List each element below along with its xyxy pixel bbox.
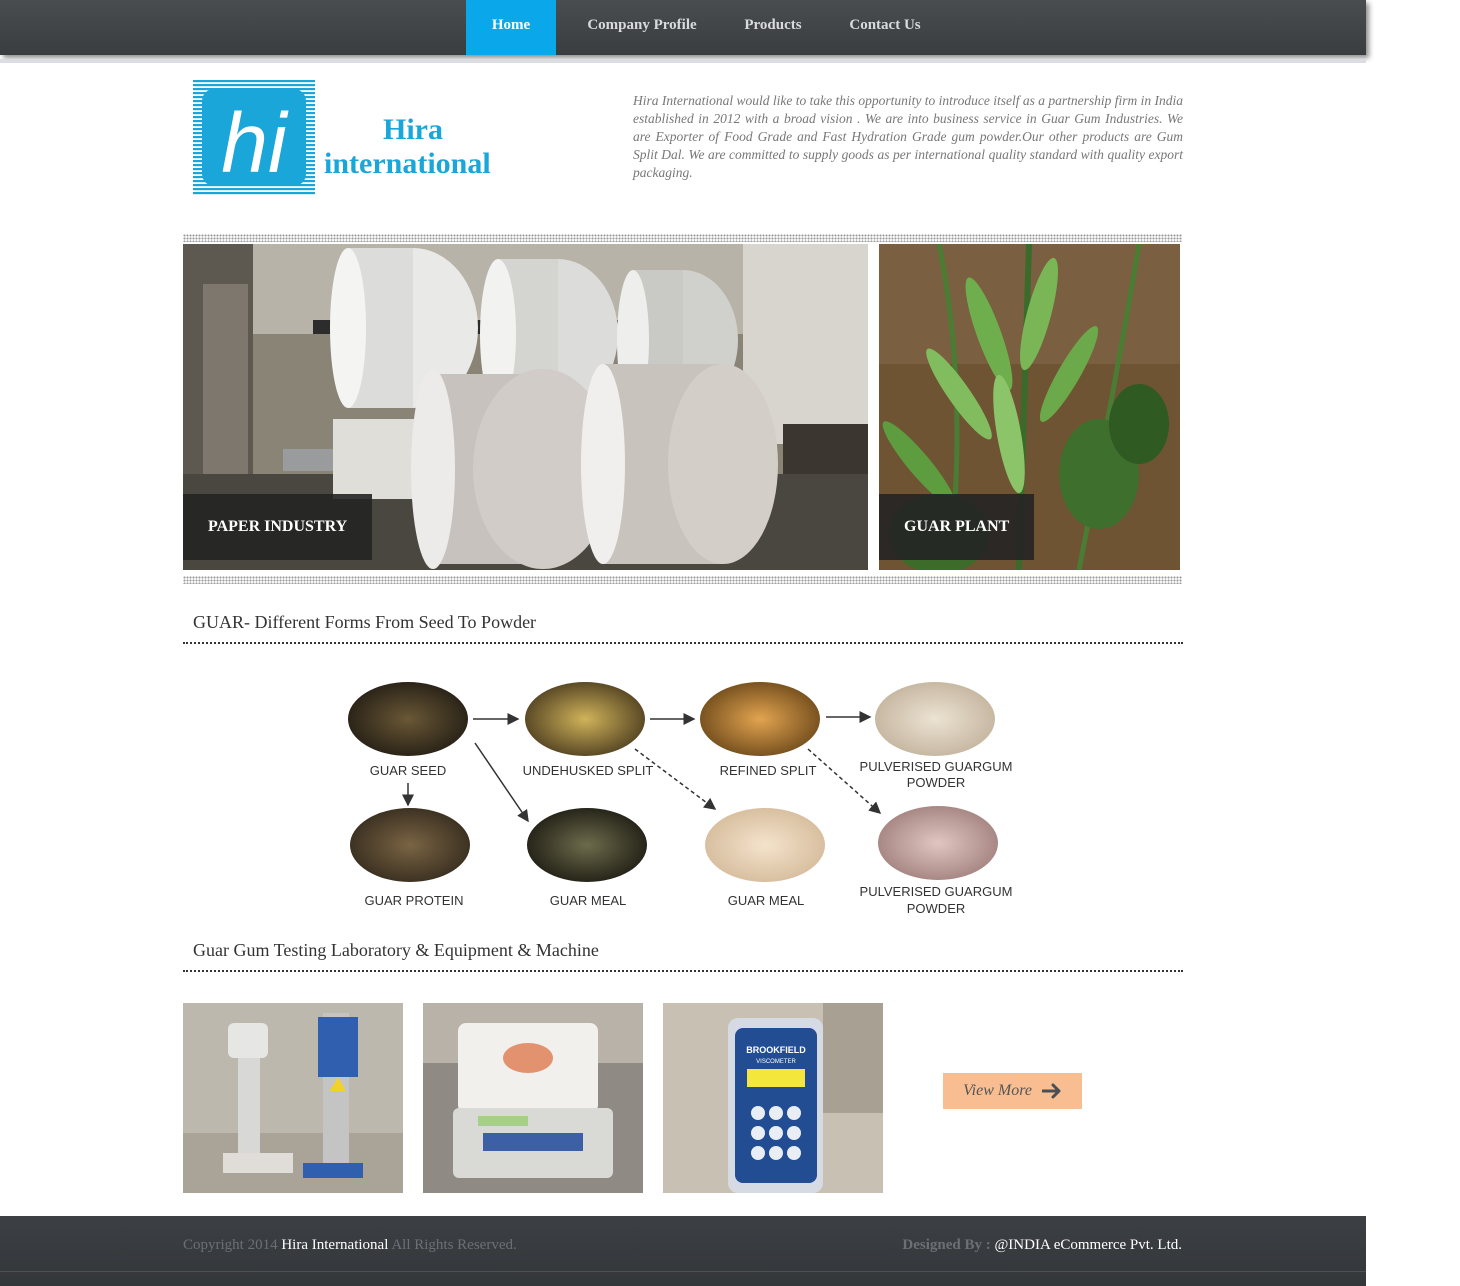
- label-pulverised-1-line1: PULVERISED GUARGUM: [860, 759, 1013, 774]
- lab-equipment-rule: [183, 970, 1183, 972]
- paper-industry-banner[interactable]: PAPER INDUSTRY: [183, 244, 868, 570]
- designed-by-label: Designed By :: [902, 1237, 991, 1253]
- view-more-label: View More: [963, 1082, 1032, 1099]
- label-refined-split: REFINED SPLIT: [720, 763, 817, 778]
- company-intro-text: Hira International would like to take th…: [633, 93, 1183, 180]
- label-undehusked-split: UNDEHUSKED SPLIT: [523, 763, 654, 778]
- logo-text-line2: international: [324, 147, 491, 180]
- label-pulverised-1-line2: POWDER: [907, 775, 966, 790]
- lab-photo-viscometer[interactable]: BROOKFIELD VISCOMETER: [663, 1003, 883, 1193]
- guar-plant-banner[interactable]: GUAR PLANT: [879, 244, 1180, 570]
- arrow-right-icon: [1041, 1083, 1061, 1099]
- logo-text-line1: Hira: [383, 113, 443, 146]
- guar-meal-image-2: [705, 808, 825, 882]
- view-more-button[interactable]: View More: [943, 1073, 1082, 1109]
- guar-forms-rule: [183, 642, 1183, 644]
- dotted-divider-top: [183, 234, 1182, 242]
- nav-contact-us[interactable]: Contact Us: [834, 0, 936, 55]
- nav-company-profile[interactable]: Company Profile: [571, 0, 713, 55]
- lab-equipment-heading: Guar Gum Testing Laboratory & Equipment …: [193, 940, 599, 960]
- pulverised-guargum-image-2: [878, 806, 998, 880]
- nav-home[interactable]: Home: [466, 0, 556, 55]
- guar-forms-diagram: GUAR SEED UNDEHUSKED SPLIT REFINED SPLIT…: [330, 655, 1030, 925]
- hira-international-logo[interactable]: hi Hira international: [193, 80, 543, 195]
- paper-industry-label[interactable]: PAPER INDUSTRY: [183, 494, 373, 560]
- copyright-brand-link[interactable]: Hira International: [281, 1237, 388, 1253]
- guar-meal-image-1: [527, 808, 647, 882]
- lab-photo-mixer[interactable]: [183, 1003, 403, 1193]
- nav-divider: [0, 59, 1366, 63]
- footer-divider: [0, 1271, 1366, 1272]
- viscometer-subtitle: VISCOMETER: [756, 1059, 796, 1065]
- guar-plant-label[interactable]: GUAR PLANT: [879, 494, 1035, 560]
- viscometer-brand: BROOKFIELD: [746, 1045, 806, 1055]
- label-guar-meal-2: GUAR MEAL: [728, 893, 805, 908]
- copyright-text: Copyright 2014 Hira International All Ri…: [183, 1237, 517, 1254]
- designer-company-link[interactable]: @INDIA eCommerce Pvt. Ltd.: [994, 1237, 1182, 1253]
- pulverised-guargum-image: [875, 682, 995, 756]
- guar-seed-image: [348, 682, 468, 756]
- nav-products[interactable]: Products: [730, 0, 816, 55]
- copyright-prefix: Copyright 2014: [183, 1237, 278, 1253]
- dotted-divider-bottom: [183, 576, 1182, 584]
- logo-monogram: hi: [221, 96, 289, 190]
- designed-by: Designed By : @INDIA eCommerce Pvt. Ltd.: [902, 1237, 1182, 1254]
- label-guar-seed: GUAR SEED: [370, 763, 447, 778]
- label-pulverised-2-line2: POWDER: [907, 901, 966, 916]
- lab-photo-moisture-balance[interactable]: [423, 1003, 643, 1193]
- undehusked-split-image: [525, 682, 645, 756]
- label-pulverised-2-line1: PULVERISED GUARGUM: [860, 884, 1013, 899]
- guar-protein-image: [350, 808, 470, 882]
- guar-forms-heading: GUAR- Different Forms From Seed To Powde…: [193, 612, 537, 632]
- refined-split-image: [700, 682, 820, 756]
- label-guar-protein: GUAR PROTEIN: [365, 893, 464, 908]
- copyright-suffix: All Rights Reserved.: [391, 1237, 517, 1253]
- label-guar-meal-1: GUAR MEAL: [550, 893, 627, 908]
